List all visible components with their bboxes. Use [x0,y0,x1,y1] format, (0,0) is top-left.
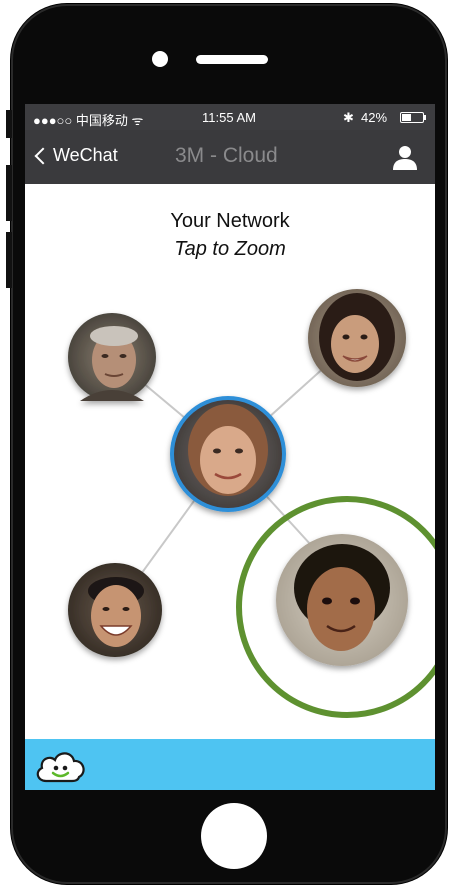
contact-child[interactable] [276,534,408,666]
contact-elderly-man[interactable] [68,313,156,401]
app-screen: ●●●○○ 中国移动 ᯤ 11:55 AM ✱ 42% WeChat 3M - … [25,104,435,790]
cloud-smile-icon[interactable] [32,743,92,787]
bottom-bar [25,739,435,790]
contact-center-woman[interactable] [170,396,286,512]
mute-switch [6,110,12,138]
volume-down-button [6,232,12,288]
front-camera [152,51,168,67]
contact-smiling-woman[interactable] [308,289,406,387]
home-button[interactable] [201,803,267,869]
network-graph [68,289,435,718]
volume-up-button [6,165,12,221]
phone-mockup: ●●●○○ 中国移动 ᯤ 11:55 AM ✱ 42% WeChat 3M - … [0,0,458,890]
earpiece [196,55,268,64]
contact-laughing-man[interactable] [68,563,162,657]
